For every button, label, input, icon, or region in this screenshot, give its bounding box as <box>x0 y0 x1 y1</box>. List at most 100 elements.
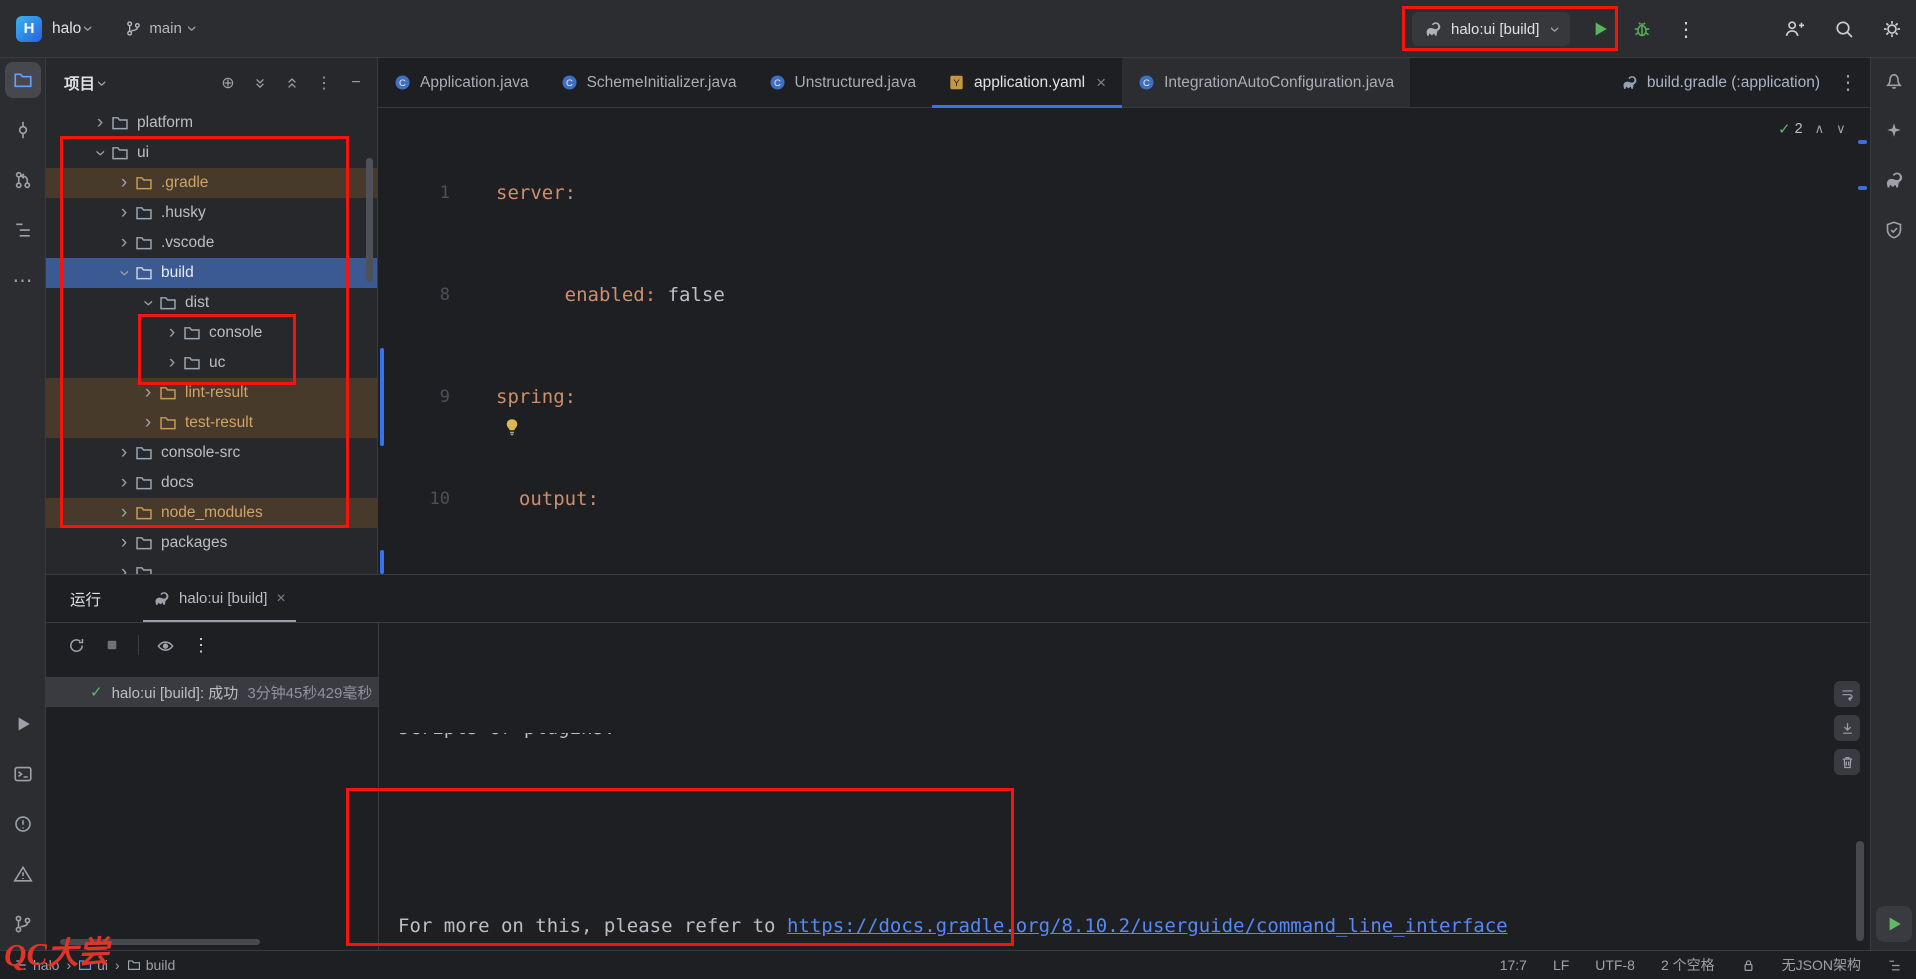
tab-integrationautoconfiguration-java[interactable]: IntegrationAutoConfiguration.java <box>1122 58 1410 107</box>
editor-code-area[interactable]: 1server: 8 enabled: false 9spring: 10 ou… <box>378 108 1870 574</box>
run-configuration-widget[interactable]: halo:ui [build] › <box>1412 12 1570 46</box>
tree-item-packages[interactable]: › packages <box>46 528 377 558</box>
run-anything-button[interactable] <box>1876 906 1912 942</box>
expand-all-button[interactable] <box>251 74 269 92</box>
status-settings-icon[interactable] <box>1887 958 1902 973</box>
stop-button[interactable] <box>102 635 122 655</box>
line-number[interactable]: 10 <box>378 482 450 516</box>
tree-item-console-src[interactable]: › console-src <box>46 438 377 468</box>
panel-options-button[interactable]: ⋮ <box>315 74 333 92</box>
tree-item-platform[interactable]: › platform <box>46 108 377 138</box>
inspections-widget[interactable]: ✓ 2 ∧ ∨ <box>1778 116 1846 142</box>
clear-console-button[interactable] <box>1834 749 1860 775</box>
tree-item-build[interactable]: › build <box>46 258 377 288</box>
lock-icon[interactable] <box>1741 958 1756 973</box>
encoding-widget[interactable]: UTF-8 <box>1595 957 1635 973</box>
hide-panel-button[interactable]: − <box>347 74 365 92</box>
settings-button[interactable] <box>1880 17 1904 41</box>
tab-application-yaml[interactable]: application.yaml × <box>932 58 1122 107</box>
tab-application-java[interactable]: Application.java <box>378 58 545 107</box>
line-ending-widget[interactable]: LF <box>1553 957 1569 973</box>
run-tree-horizontal-scrollbar[interactable] <box>60 939 260 945</box>
chevron-right-icon[interactable]: › <box>92 115 108 131</box>
chevron-expanded-icon[interactable]: › <box>140 295 156 311</box>
tab-options-button[interactable]: ⋮ <box>1838 70 1858 95</box>
show-passed-button[interactable] <box>155 635 175 655</box>
indent-widget[interactable]: 2 个空格 <box>1661 955 1715 975</box>
project-tool-button[interactable] <box>5 62 41 98</box>
run-panel-title[interactable]: 运行 <box>46 575 101 622</box>
chevron-right-icon[interactable]: › <box>164 325 180 341</box>
chevron-right-icon[interactable]: › <box>116 445 132 461</box>
chevron-right-icon[interactable]: › <box>116 205 132 221</box>
code-with-me-button[interactable] <box>1782 17 1806 41</box>
ai-assistant-tool-button[interactable] <box>1876 112 1912 148</box>
run-console[interactable]: scripts or plugins. For more on this, pl… <box>378 623 1870 950</box>
breadcrumb-item-build[interactable]: build <box>127 957 176 973</box>
pull-requests-tool-button[interactable] <box>5 162 41 198</box>
terminal-tool-button[interactable] <box>5 756 41 792</box>
chevron-right-icon[interactable]: › <box>140 415 156 431</box>
more-tools-button[interactable]: ⋯ <box>5 262 41 298</box>
chevron-right-icon[interactable]: › <box>116 175 132 191</box>
chevron-right-icon[interactable]: › <box>116 565 132 574</box>
tree-item-node-modules[interactable]: › node_modules <box>46 498 377 528</box>
line-number[interactable]: 8 <box>378 278 450 312</box>
caret-position-widget[interactable]: 17:7 <box>1500 957 1527 973</box>
breadcrumb-item-halo[interactable]: halo <box>14 957 59 973</box>
tab-unstructured-java[interactable]: Unstructured.java <box>753 58 932 107</box>
locate-file-button[interactable]: ⊕ <box>219 74 237 92</box>
intention-bulb-icon[interactable] <box>502 417 522 437</box>
tree-item-dist[interactable]: › dist <box>46 288 377 318</box>
chevron-down-icon[interactable]: › <box>92 80 113 86</box>
close-tab-icon[interactable]: × <box>1096 73 1106 93</box>
chevron-right-icon[interactable]: › <box>164 355 180 371</box>
chevron-expanded-icon[interactable]: › <box>92 145 108 161</box>
chevron-right-icon[interactable]: › <box>116 475 132 491</box>
console-link[interactable]: https://docs.gradle.org/8.10.2/userguide… <box>787 915 1508 937</box>
collapse-all-button[interactable] <box>283 74 301 92</box>
chevron-right-icon[interactable]: › <box>140 385 156 401</box>
project-panel-title[interactable]: 项目 <box>64 72 95 94</box>
dependency-checker-tool-button[interactable] <box>1876 212 1912 248</box>
run-tool-button[interactable] <box>5 706 41 742</box>
run-tab-halo-ui-build[interactable]: halo:ui [build] × <box>143 575 296 622</box>
notifications-tool-button[interactable] <box>1876 62 1912 98</box>
tree-item-console[interactable]: › console <box>46 318 377 348</box>
tree-item-lint-result[interactable]: › lint-result <box>46 378 377 408</box>
commit-tool-button[interactable] <box>5 112 41 148</box>
search-everywhere-button[interactable] <box>1832 17 1856 41</box>
gradle-tool-button[interactable] <box>1876 162 1912 198</box>
structure-tool-button[interactable] <box>5 212 41 248</box>
tree-item-uc[interactable]: › uc <box>46 348 377 378</box>
rerun-button[interactable] <box>66 635 86 655</box>
previous-problem-button[interactable]: ∧ <box>1815 121 1825 137</box>
more-actions-button[interactable]: ⋮ <box>1674 17 1698 41</box>
tree-item-partial[interactable]: › <box>46 558 377 574</box>
chevron-right-icon[interactable]: › <box>116 235 132 251</box>
tree-item-husky[interactable]: › .husky <box>46 198 377 228</box>
debug-button[interactable] <box>1630 17 1654 41</box>
close-tab-icon[interactable]: × <box>276 590 285 608</box>
run-options-button[interactable]: ⋮ <box>191 635 211 655</box>
json-schema-widget[interactable]: 无JSON架构 <box>1782 955 1861 975</box>
run-result-item[interactable]: ✓ halo:ui [build]: 成功 3分钟45秒429毫秒 <box>46 677 378 707</box>
run-button[interactable] <box>1588 17 1612 41</box>
app-logo[interactable]: H <box>16 16 42 42</box>
chevron-right-icon[interactable]: › <box>116 535 132 551</box>
project-scrollbar[interactable] <box>366 158 373 282</box>
chevron-right-icon[interactable]: › <box>116 505 132 521</box>
tab-schemeinitializer-java[interactable]: SchemeInitializer.java <box>545 58 753 107</box>
chevron-expanded-icon[interactable]: › <box>116 265 132 281</box>
chevron-down-icon[interactable]: › <box>78 26 99 32</box>
console-vertical-scrollbar[interactable] <box>1856 841 1864 941</box>
scroll-to-end-button[interactable] <box>1834 715 1860 741</box>
breadcrumb-item-ui[interactable]: ui <box>78 957 108 973</box>
version-control-tool-button[interactable] <box>5 906 41 942</box>
tree-item-vscode[interactable]: › .vscode <box>46 228 377 258</box>
notifications-warning-button[interactable] <box>5 856 41 892</box>
soft-wrap-button[interactable] <box>1834 681 1860 707</box>
line-number[interactable]: 1 <box>378 176 450 210</box>
line-number[interactable]: 9 <box>378 380 450 414</box>
tab-build-gradle[interactable]: build.gradle (:application) <box>1617 74 1824 92</box>
